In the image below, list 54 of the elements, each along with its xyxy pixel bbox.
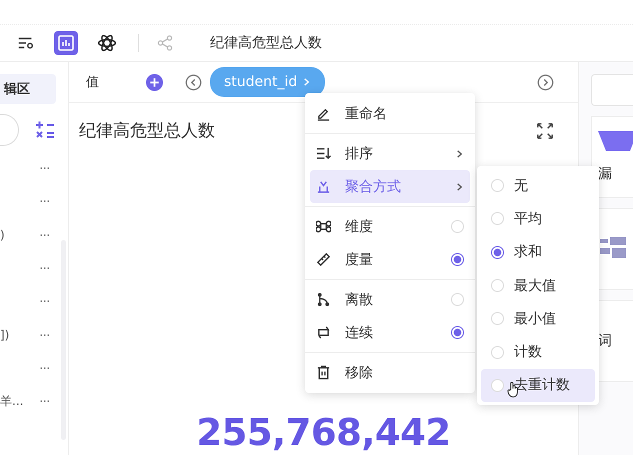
- trash-icon: [316, 365, 331, 380]
- menu-item[interactable]: 排序: [310, 137, 470, 170]
- radio-button[interactable]: [451, 253, 464, 266]
- chevron-left-icon[interactable]: [185, 74, 202, 90]
- aggregate-icon: [316, 179, 331, 194]
- more-button[interactable]: ···: [40, 195, 50, 208]
- menu-item[interactable]: 重命名: [310, 97, 470, 130]
- atom-icon[interactable]: [97, 33, 117, 53]
- funnel-thumbnail-icon: [598, 131, 633, 151]
- more-button[interactable]: ···: [40, 295, 50, 308]
- chart-title: 纪律高危型总人数: [210, 34, 322, 52]
- more-button[interactable]: ···: [40, 362, 50, 375]
- sort-icon: [316, 146, 331, 161]
- section-header: 辑区: [0, 74, 56, 104]
- chevron-right-icon: [455, 182, 464, 192]
- more-button[interactable]: ···: [40, 262, 50, 276]
- menu-option[interactable]: 最大值: [481, 268, 595, 302]
- field-label: ]): [0, 328, 10, 342]
- more-button[interactable]: ···: [40, 328, 50, 342]
- share-icon[interactable]: [156, 34, 174, 52]
- chart-icon[interactable]: [54, 31, 78, 55]
- more-button[interactable]: ···: [40, 395, 50, 408]
- chevron-right-icon: [455, 148, 464, 158]
- menu-item[interactable]: 度量: [310, 243, 470, 276]
- values-label: 值: [86, 74, 99, 91]
- menu-item[interactable]: 维度: [310, 210, 470, 243]
- menu-option[interactable]: 去重计数: [481, 368, 595, 402]
- chevron-right-icon: [302, 77, 312, 87]
- metric-value: 255,768,442: [195, 411, 452, 455]
- loop-icon: [316, 325, 331, 340]
- menu-item[interactable]: 聚合方式: [310, 170, 470, 203]
- radio-button[interactable]: [491, 246, 504, 259]
- menu-option[interactable]: 求和: [481, 236, 595, 269]
- calculator-icon[interactable]: [35, 120, 55, 140]
- menu-item[interactable]: 离散: [310, 283, 470, 316]
- ruler-icon: [316, 252, 331, 267]
- chart-type-label: 漏: [598, 165, 613, 183]
- menu-item[interactable]: 连续: [310, 316, 470, 349]
- field-label: ): [0, 228, 5, 242]
- fullscreen-icon[interactable]: [536, 122, 554, 140]
- add-icon[interactable]: [146, 74, 163, 90]
- chevron-right-icon[interactable]: [537, 74, 554, 90]
- radio-button[interactable]: [451, 326, 464, 339]
- pencil-icon: [316, 106, 331, 121]
- field-label: 羊...: [0, 393, 24, 410]
- nodes-icon: [316, 292, 331, 307]
- menu-option[interactable]: 平均: [481, 202, 595, 236]
- chart-type-label: 词: [598, 332, 613, 350]
- command-icon: [316, 219, 331, 234]
- more-button[interactable]: ···: [40, 162, 50, 176]
- more-button[interactable]: ···: [40, 228, 50, 242]
- chart-type-card[interactable]: 漏: [591, 116, 633, 198]
- chart-heading: 纪律高危型总人数: [79, 120, 215, 142]
- menu-item[interactable]: 移除: [310, 356, 470, 389]
